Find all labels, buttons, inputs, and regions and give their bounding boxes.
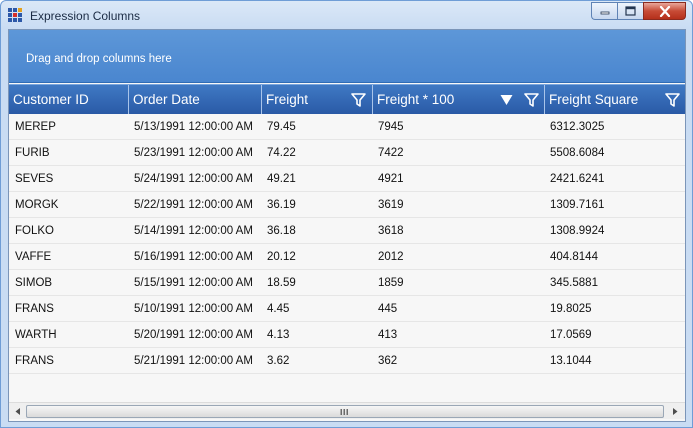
cell-order-date: 5/21/1991 12:00:00 AM	[134, 355, 253, 367]
minimize-button[interactable]	[591, 2, 617, 20]
table-row[interactable]: SIMOB 5/15/1991 12:00:00 AM 18.59 1859 3…	[9, 270, 685, 296]
sort-descending-icon	[500, 95, 513, 105]
column-header-freight[interactable]: Freight	[262, 85, 373, 114]
column-header-label: Freight	[266, 92, 309, 107]
maximize-button[interactable]	[617, 2, 643, 20]
cell-freight: 20.12	[267, 251, 296, 263]
cell-order-date: 5/15/1991 12:00:00 AM	[134, 277, 253, 289]
column-header-row: Customer ID Order Date Freight Freight *…	[9, 84, 685, 114]
column-header-label: Freight * 100	[377, 92, 455, 107]
table-row[interactable]: SEVES 5/24/1991 12:00:00 AM 49.21 4921 2…	[9, 166, 685, 192]
cell-customer-id: SEVES	[15, 173, 54, 185]
table-row[interactable]: FOLKO 5/14/1991 12:00:00 AM 36.18 3618 1…	[9, 218, 685, 244]
cell-customer-id: WARTH	[15, 329, 57, 341]
grid-view: Drag and drop columns here Customer ID O…	[8, 29, 686, 422]
cell-customer-id: FRANS	[15, 303, 54, 315]
cell-customer-id: VAFFE	[15, 251, 52, 263]
scroll-right-icon[interactable]	[669, 406, 681, 417]
table-row[interactable]: FRANS 5/21/1991 12:00:00 AM 3.62 362 13.…	[9, 348, 685, 374]
maximize-icon	[625, 6, 636, 16]
filter-icon[interactable]	[524, 93, 539, 107]
group-panel-text: Drag and drop columns here	[26, 53, 172, 65]
horizontal-scrollbar[interactable]	[9, 402, 685, 419]
table-row[interactable]: WARTH 5/20/1991 12:00:00 AM 4.13 413 17.…	[9, 322, 685, 348]
cell-freight-square: 19.8025	[550, 303, 592, 315]
column-header-freight-square[interactable]: Freight Square	[545, 85, 685, 114]
cell-freight: 4.13	[267, 329, 290, 341]
cell-freight-square: 2421.6241	[550, 173, 605, 185]
cell-freight: 49.21	[267, 173, 296, 185]
cell-freight-square: 1309.7161	[550, 199, 605, 211]
cell-freight-100: 445	[378, 303, 398, 315]
cell-order-date: 5/24/1991 12:00:00 AM	[134, 173, 253, 185]
cell-customer-id: SIMOB	[15, 277, 53, 289]
cell-freight-100: 3618	[378, 225, 404, 237]
close-button[interactable]	[643, 2, 686, 20]
filter-icon[interactable]	[665, 93, 680, 107]
cell-order-date: 5/14/1991 12:00:00 AM	[134, 225, 253, 237]
column-header-label: Order Date	[133, 92, 200, 107]
cell-customer-id: FRANS	[15, 355, 54, 367]
table-row[interactable]: MEREP 5/13/1991 12:00:00 AM 79.45 7945 6…	[9, 114, 685, 140]
cell-customer-id: MORGK	[15, 199, 59, 211]
window-title: Expression Columns	[30, 9, 141, 23]
cell-freight-100: 362	[378, 355, 398, 367]
table-row[interactable]: VAFFE 5/16/1991 12:00:00 AM 20.12 2012 4…	[9, 244, 685, 270]
cell-order-date: 5/20/1991 12:00:00 AM	[134, 329, 253, 341]
cell-freight-square: 17.0569	[550, 329, 592, 341]
close-icon	[659, 5, 670, 17]
cell-freight: 74.22	[267, 147, 296, 159]
cell-freight-100: 2012	[378, 251, 404, 263]
column-header-label: Customer ID	[13, 92, 89, 107]
cell-customer-id: FURIB	[15, 147, 50, 159]
table-row[interactable]: FURIB 5/23/1991 12:00:00 AM 74.22 7422 5…	[9, 140, 685, 166]
cell-freight: 18.59	[267, 277, 296, 289]
cell-freight-square: 5508.6084	[550, 147, 605, 159]
cell-freight-square: 345.5881	[550, 277, 598, 289]
column-header-label: Freight Square	[549, 92, 639, 107]
column-header-customer-id[interactable]: Customer ID	[9, 85, 129, 114]
cell-customer-id: FOLKO	[15, 225, 54, 237]
cell-freight-square: 6312.3025	[550, 121, 605, 133]
window-controls	[591, 2, 686, 20]
scroll-grip-icon	[340, 409, 348, 415]
cell-freight: 36.19	[267, 199, 296, 211]
filter-icon[interactable]	[351, 93, 366, 107]
cell-freight-100: 3619	[378, 199, 404, 211]
cell-freight: 4.45	[267, 303, 290, 315]
cell-freight-100: 4921	[378, 173, 404, 185]
title-bar[interactable]: Expression Columns	[1, 1, 692, 29]
scrollbar-thumb[interactable]	[26, 405, 664, 418]
scroll-left-icon[interactable]	[12, 406, 24, 417]
cell-order-date: 5/13/1991 12:00:00 AM	[134, 121, 253, 133]
grid-app-icon	[8, 8, 22, 22]
table-row[interactable]: MORGK 5/22/1991 12:00:00 AM 36.19 3619 1…	[9, 192, 685, 218]
cell-order-date: 5/16/1991 12:00:00 AM	[134, 251, 253, 263]
cell-freight: 79.45	[267, 121, 296, 133]
cell-order-date: 5/23/1991 12:00:00 AM	[134, 147, 253, 159]
column-header-order-date[interactable]: Order Date	[129, 85, 262, 114]
cell-order-date: 5/10/1991 12:00:00 AM	[134, 303, 253, 315]
cell-freight-square: 13.1044	[550, 355, 592, 367]
cell-freight: 36.18	[267, 225, 296, 237]
cell-freight-square: 1308.9924	[550, 225, 605, 237]
cell-freight: 3.62	[267, 355, 290, 367]
cell-freight-100: 1859	[378, 277, 404, 289]
cell-freight-square: 404.8144	[550, 251, 598, 263]
cell-customer-id: MEREP	[15, 121, 56, 133]
cell-freight-100: 413	[378, 329, 398, 341]
table-row[interactable]: FRANS 5/10/1991 12:00:00 AM 4.45 445 19.…	[9, 296, 685, 322]
cell-freight-100: 7422	[378, 147, 404, 159]
minimize-icon	[600, 11, 609, 15]
cell-order-date: 5/22/1991 12:00:00 AM	[134, 199, 253, 211]
app-window: Expression Columns Drag and drop columns…	[0, 0, 693, 428]
column-header-freight-100[interactable]: Freight * 100	[373, 85, 545, 114]
cell-freight-100: 7945	[378, 121, 404, 133]
group-panel[interactable]: Drag and drop columns here	[9, 30, 685, 83]
